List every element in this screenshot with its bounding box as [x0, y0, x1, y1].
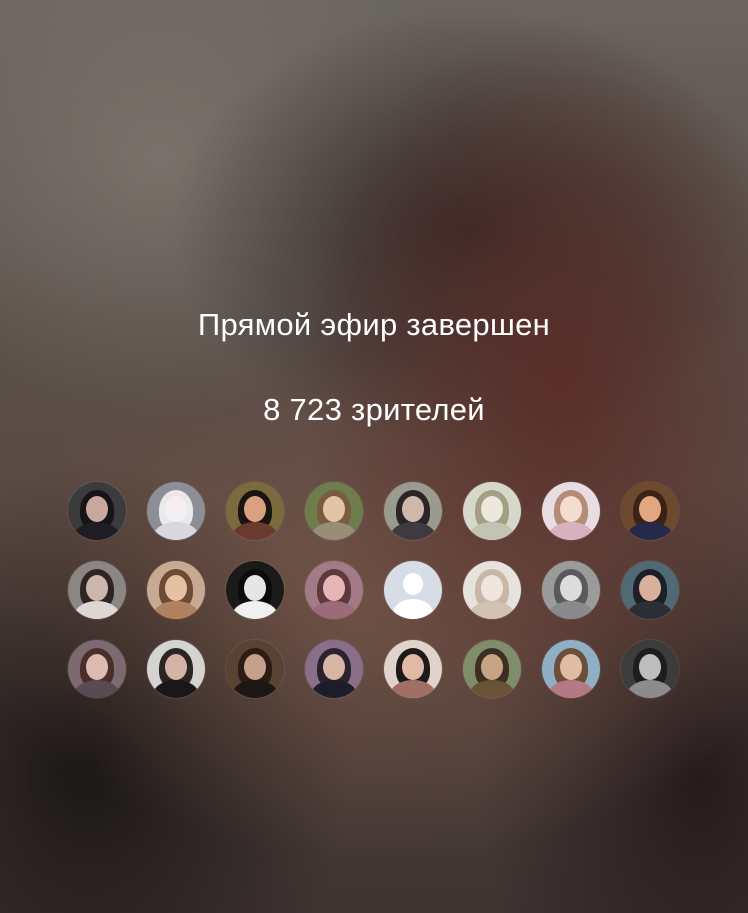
avatar-body [390, 522, 436, 540]
avatar-body [390, 680, 436, 698]
avatar-body [311, 680, 357, 698]
avatar-face [481, 575, 503, 601]
viewer-avatar-photo[interactable] [463, 561, 521, 619]
avatar-face [323, 654, 345, 680]
avatar-face [323, 575, 345, 601]
avatar-face [560, 654, 582, 680]
viewer-avatar-photo[interactable] [305, 482, 363, 540]
avatar-body [74, 680, 120, 698]
viewer-avatar-photo[interactable] [621, 640, 679, 698]
avatar-body [627, 680, 673, 698]
viewer-avatar-photo[interactable] [147, 640, 205, 698]
avatar-face [402, 654, 424, 680]
avatar-body [232, 680, 278, 698]
viewer-avatar-photo[interactable] [542, 640, 600, 698]
avatar-face [244, 496, 266, 522]
avatar-body [548, 680, 594, 698]
user-silhouette-icon [403, 573, 423, 595]
viewer-avatars-grid [68, 482, 680, 698]
viewer-avatar-photo[interactable] [226, 640, 284, 698]
avatar-face [481, 496, 503, 522]
viewer-avatar-photo[interactable] [621, 482, 679, 540]
avatar-body [153, 601, 199, 619]
avatar-face [560, 496, 582, 522]
default-user-avatar[interactable] [384, 561, 442, 619]
avatar-body [153, 680, 199, 698]
avatar-face [639, 575, 661, 601]
viewer-avatar-photo[interactable] [384, 482, 442, 540]
user-silhouette-icon [393, 599, 433, 619]
viewer-avatar-photo[interactable] [305, 640, 363, 698]
avatar-face [86, 575, 108, 601]
avatar-face [86, 496, 108, 522]
avatar-face [86, 654, 108, 680]
viewer-avatar-photo[interactable] [542, 482, 600, 540]
avatar-face [323, 496, 345, 522]
avatar-face [165, 496, 187, 522]
avatar-body [232, 601, 278, 619]
avatar-body [627, 522, 673, 540]
viewer-avatar-photo[interactable] [226, 482, 284, 540]
viewer-avatar-photo[interactable] [463, 640, 521, 698]
stream-ended-title: Прямой эфир завершен [197, 307, 551, 342]
viewers-count: 8 723 зрителей [263, 392, 485, 427]
viewer-avatar-photo[interactable] [621, 561, 679, 619]
avatar-face [244, 654, 266, 680]
viewer-avatar-photo[interactable] [68, 482, 126, 540]
avatar-body [548, 601, 594, 619]
avatar-face [402, 496, 424, 522]
bunny-avatar-photo[interactable] [147, 482, 205, 540]
avatar-body [153, 522, 199, 540]
avatar-face [639, 654, 661, 680]
avatar-face [244, 575, 266, 601]
avatar-face [481, 654, 503, 680]
blurred-background [0, 0, 748, 913]
viewer-avatar-photo[interactable] [542, 561, 600, 619]
viewer-avatar-photo[interactable] [463, 482, 521, 540]
avatar-body [311, 601, 357, 619]
avatar-body [469, 601, 515, 619]
avatar-body [74, 601, 120, 619]
viewer-avatar-photo[interactable] [384, 640, 442, 698]
avatar-body [469, 680, 515, 698]
avatar-body [548, 522, 594, 540]
avatar-face [165, 654, 187, 680]
avatar-face [165, 575, 187, 601]
avatar-body [627, 601, 673, 619]
viewer-avatar-photo[interactable] [68, 640, 126, 698]
avatar-face [639, 496, 661, 522]
avatar-body [232, 522, 278, 540]
avatar-body [74, 522, 120, 540]
live-ended-screen: Прямой эфир завершен 8 723 зрителей [0, 0, 748, 913]
viewer-avatar-photo[interactable] [226, 561, 284, 619]
avatar-body [311, 522, 357, 540]
avatar-body [469, 522, 515, 540]
viewer-avatar-photo[interactable] [68, 561, 126, 619]
viewer-avatar-photo[interactable] [147, 561, 205, 619]
viewer-avatar-photo[interactable] [305, 561, 363, 619]
avatar-face [560, 575, 582, 601]
